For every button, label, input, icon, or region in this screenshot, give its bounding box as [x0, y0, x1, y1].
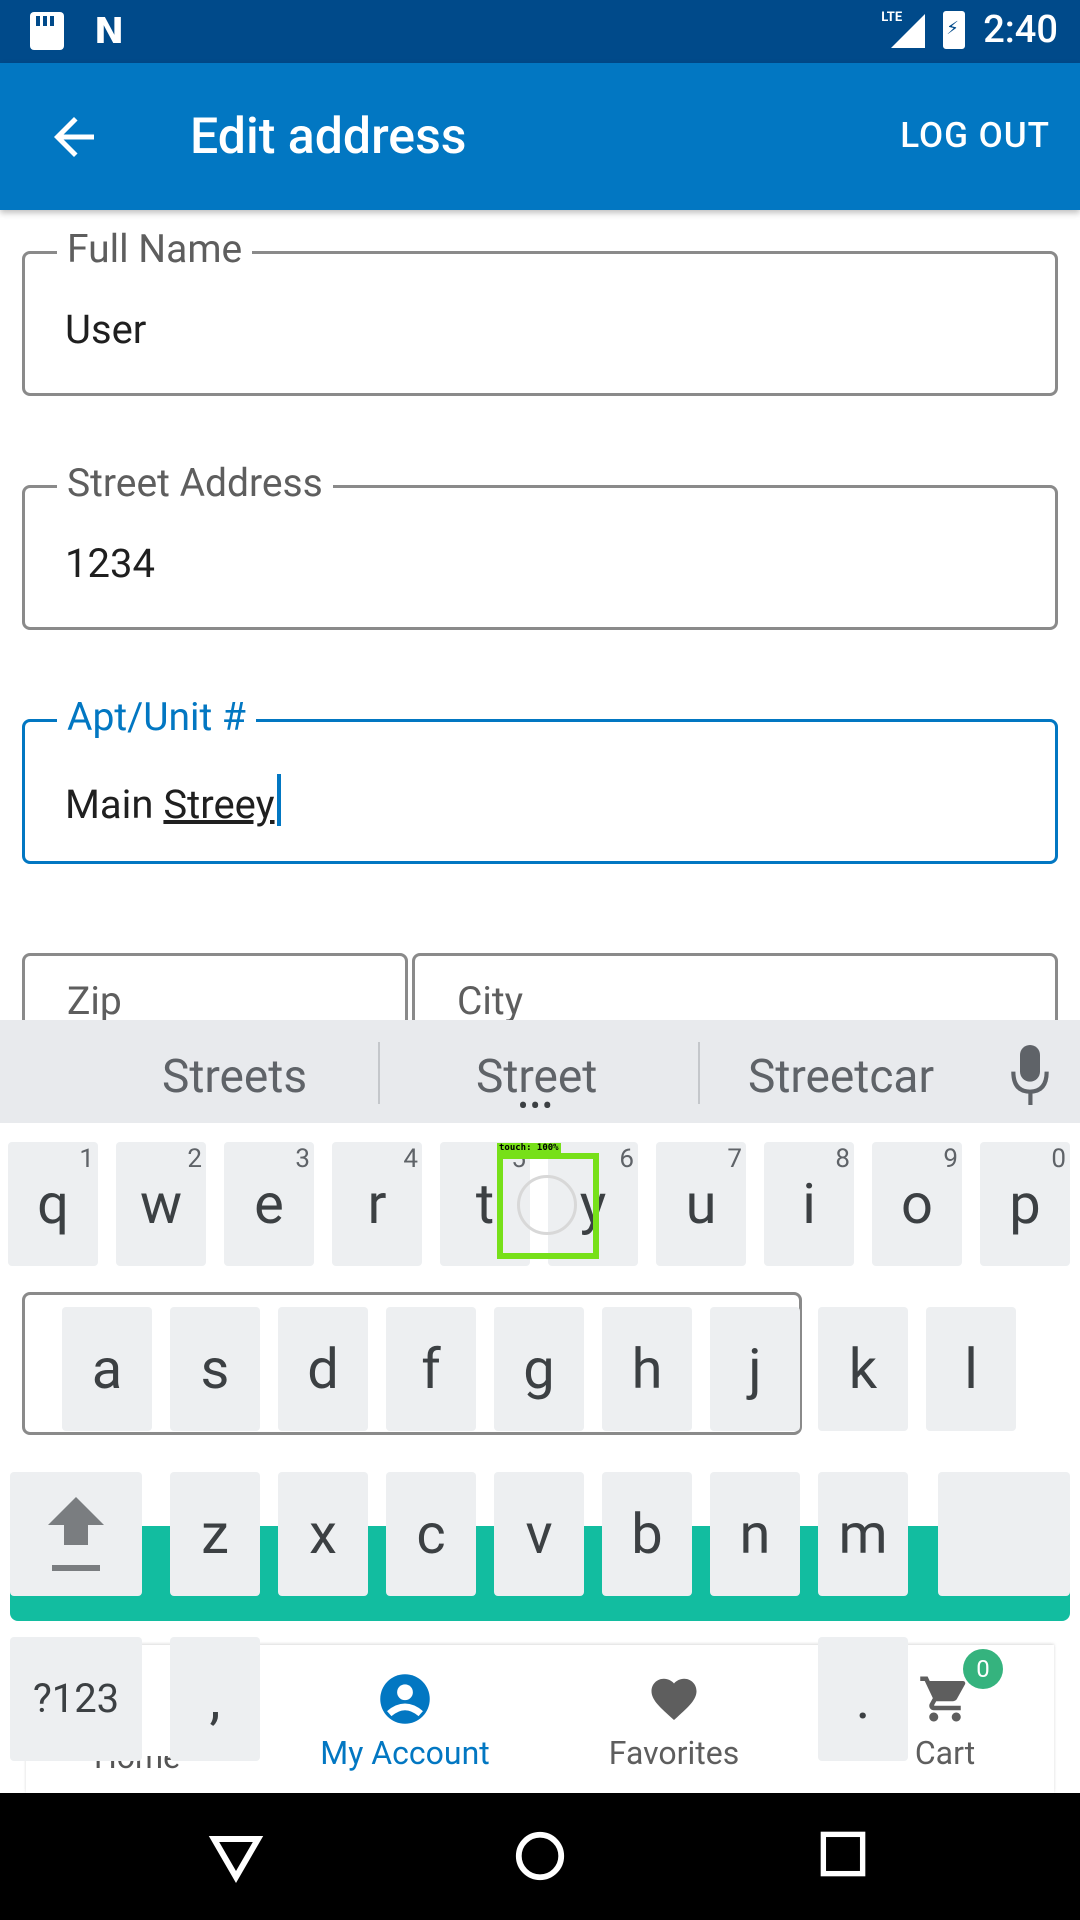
key-s[interactable]: s — [170, 1307, 260, 1431]
key-i[interactable]: i8 — [764, 1142, 854, 1266]
full-name-value: User — [65, 306, 147, 353]
nav-my-account[interactable]: My Account — [312, 1672, 498, 1772]
nav-my-account-label: My Account — [320, 1734, 490, 1772]
key-k[interactable]: k — [818, 1307, 908, 1431]
street-address-label: Street Address — [57, 460, 333, 506]
key-n[interactable]: n — [710, 1472, 800, 1596]
back-triangle-icon[interactable] — [208, 1829, 264, 1885]
comma-key[interactable]: , — [170, 1637, 260, 1761]
key-q[interactable]: q1 — [8, 1142, 98, 1266]
apt-unit-value: Main Streey — [65, 774, 281, 828]
clock: 2:40 — [983, 8, 1058, 52]
logout-button[interactable]: LOG OUT — [900, 115, 1050, 156]
nav-favorites[interactable]: Favorites — [604, 1672, 744, 1772]
backspace-key[interactable] — [938, 1472, 1070, 1596]
key-h[interactable]: h — [602, 1307, 692, 1431]
key-c[interactable]: c — [386, 1472, 476, 1596]
touch-indicator-label: touch: 100% — [497, 1143, 561, 1153]
back-arrow-icon[interactable] — [44, 107, 104, 167]
signal-icon: LTE — [881, 10, 926, 50]
key-w[interactable]: w2 — [116, 1142, 206, 1266]
notification-n-icon: N — [94, 11, 125, 52]
account-icon — [380, 1674, 430, 1724]
cart-icon — [920, 1676, 966, 1722]
shift-icon — [48, 1497, 104, 1571]
key-p[interactable]: p0 — [980, 1142, 1070, 1266]
key-r[interactable]: r4 — [332, 1142, 422, 1266]
recents-square-icon[interactable] — [818, 1829, 868, 1879]
key-l[interactable]: l — [926, 1307, 1016, 1431]
key-b[interactable]: b — [602, 1472, 692, 1596]
street-address-value: 1234 — [65, 540, 155, 587]
home-circle-icon[interactable] — [513, 1829, 567, 1883]
suggestion-strip: Streets Street Streetcar ••• — [0, 1020, 1080, 1123]
suggestion-1[interactable]: Streets — [162, 1050, 307, 1104]
key-m[interactable]: m — [818, 1472, 908, 1596]
key-a[interactable]: a — [62, 1307, 152, 1431]
system-nav-bar — [0, 1793, 1080, 1920]
sd-card-icon — [30, 12, 64, 50]
battery-charging-icon — [943, 11, 966, 49]
page-title: Edit address — [190, 108, 467, 166]
city-label: City — [447, 978, 534, 1024]
apt-unit-field[interactable]: Apt/Unit # Main Streey — [22, 694, 1058, 864]
zip-label: Zip — [57, 978, 132, 1024]
suggestion-3[interactable]: Streetcar — [748, 1050, 934, 1104]
full-name-field[interactable]: Full Name User — [22, 226, 1058, 396]
shift-key[interactable] — [10, 1472, 142, 1596]
full-name-label: Full Name — [57, 226, 253, 272]
key-x[interactable]: x — [278, 1472, 368, 1596]
touch-indicator — [497, 1153, 599, 1259]
apt-unit-label: Apt/Unit # — [57, 694, 256, 740]
status-bar: N LTE 2:40 — [0, 0, 1080, 63]
key-u[interactable]: u7 — [656, 1142, 746, 1266]
nav-cart[interactable]: Cart — [905, 1672, 985, 1772]
nav-cart-label: Cart — [914, 1734, 976, 1772]
street-address-field[interactable]: Street Address 1234 — [22, 460, 1058, 630]
symbols-key[interactable]: ?123 — [10, 1637, 142, 1761]
period-key[interactable]: . — [818, 1637, 908, 1761]
key-o[interactable]: o9 — [872, 1142, 962, 1266]
key-d[interactable]: d — [278, 1307, 368, 1431]
key-e[interactable]: e3 — [224, 1142, 314, 1266]
microphone-icon[interactable] — [1010, 1044, 1050, 1106]
app-bar: Edit address LOG OUT — [0, 63, 1080, 210]
key-g[interactable]: g — [494, 1307, 584, 1431]
heart-icon — [651, 1678, 697, 1721]
text-cursor — [276, 774, 281, 826]
more-suggestions-icon[interactable]: ••• — [518, 1092, 554, 1122]
key-j[interactable]: j — [710, 1307, 800, 1431]
key-z[interactable]: z — [170, 1472, 260, 1596]
key-f[interactable]: f — [386, 1307, 476, 1431]
nav-favorites-label: Favorites — [608, 1734, 740, 1772]
key-v[interactable]: v — [494, 1472, 584, 1596]
cart-badge: 0 — [963, 1649, 1003, 1689]
